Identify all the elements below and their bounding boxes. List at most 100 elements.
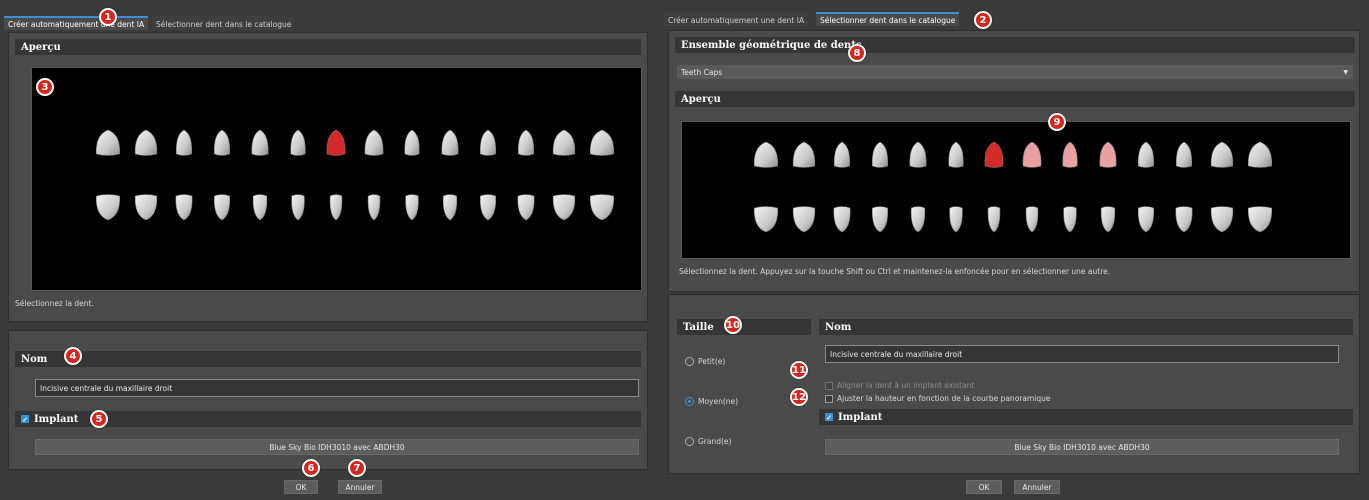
adjust-height-checkbox[interactable]: [825, 394, 833, 403]
size-large-label: Grand(e): [698, 437, 732, 446]
lower-tooth[interactable]: [1025, 206, 1039, 233]
left-implant-button[interactable]: Blue Sky Bio IDH3010 avec ABDH30: [35, 439, 639, 455]
lower-tooth[interactable]: [1247, 206, 1273, 233]
lower-tooth[interactable]: [871, 206, 889, 233]
right-teeth-svg[interactable]: [682, 122, 1352, 260]
left-preview-hint: Sélectionnez la dent.: [15, 299, 94, 308]
left-teeth-preview[interactable]: [31, 67, 642, 291]
align-implant-option[interactable]: Aligner la dent à un implant existant: [825, 381, 974, 390]
upper-tooth[interactable]: [984, 141, 1004, 168]
right-set-dropdown[interactable]: Teeth Caps ▼: [677, 65, 1353, 79]
lower-tooth[interactable]: [589, 194, 615, 221]
size-option-medium[interactable]: Moyen(ne): [685, 397, 738, 406]
lower-tooth[interactable]: [95, 194, 121, 221]
lower-tooth[interactable]: [213, 194, 231, 221]
lower-tooth[interactable]: [1137, 206, 1155, 233]
marker-8: 8: [848, 44, 866, 62]
right-set-header: Ensemble géométrique de dents: [675, 37, 1355, 53]
left-teeth-svg[interactable]: [32, 68, 643, 292]
tab-catalogue-left[interactable]: Sélectionner dent dans le catalogue: [152, 16, 296, 30]
left-preview-panel: Aperçu Sélectionnez la dent.: [8, 32, 648, 322]
upper-tooth[interactable]: [134, 129, 158, 156]
lower-tooth[interactable]: [134, 194, 158, 221]
upper-tooth[interactable]: [1175, 141, 1193, 168]
marker-11: 11: [790, 361, 808, 379]
right-ok-button[interactable]: OK: [966, 480, 1002, 494]
right-implant-button[interactable]: Blue Sky Bio IDH3010 avec ABDH30: [825, 439, 1339, 455]
upper-tooth[interactable]: [909, 141, 927, 168]
lower-tooth[interactable]: [1063, 206, 1077, 233]
right-teeth-preview[interactable]: [681, 121, 1351, 259]
tab-create-ai-right[interactable]: Créer automatiquement une dent IA: [664, 12, 809, 26]
left-cancel-button[interactable]: Annuler: [338, 480, 382, 494]
lower-tooth[interactable]: [367, 194, 381, 221]
right-cancel-button[interactable]: Annuler: [1014, 480, 1060, 494]
upper-tooth[interactable]: [792, 141, 816, 168]
lower-tooth[interactable]: [1210, 206, 1234, 233]
right-name-header: Nom: [819, 319, 1353, 335]
left-details-panel: Nom Incisive centrale du maxillaire droi…: [8, 330, 648, 470]
upper-tooth[interactable]: [1062, 141, 1078, 168]
lower-tooth[interactable]: [792, 206, 816, 233]
upper-tooth[interactable]: [404, 129, 420, 156]
size-small-radio[interactable]: [685, 357, 694, 366]
upper-tooth[interactable]: [552, 129, 576, 156]
upper-tooth[interactable]: [589, 129, 615, 156]
upper-tooth[interactable]: [479, 129, 497, 156]
lower-tooth[interactable]: [987, 206, 1001, 233]
left-preview-header: Aperçu: [15, 39, 641, 55]
lower-tooth[interactable]: [291, 194, 305, 221]
upper-tooth[interactable]: [213, 129, 231, 156]
size-option-small[interactable]: Petit(e): [685, 357, 725, 366]
left-implant-checkbox[interactable]: ✓: [21, 415, 29, 423]
left-ok-button[interactable]: OK: [284, 480, 318, 494]
lower-tooth[interactable]: [405, 194, 419, 221]
upper-tooth[interactable]: [1022, 141, 1042, 168]
left-name-field[interactable]: Incisive centrale du maxillaire droit: [35, 379, 639, 397]
right-name-field[interactable]: Incisive centrale du maxillaire droit: [825, 345, 1339, 363]
size-small-label: Petit(e): [698, 357, 726, 366]
marker-12: 12: [790, 388, 808, 406]
lower-tooth[interactable]: [1175, 206, 1193, 233]
lower-tooth[interactable]: [833, 206, 851, 233]
upper-tooth[interactable]: [290, 129, 306, 156]
upper-tooth[interactable]: [1137, 141, 1155, 168]
lower-tooth[interactable]: [753, 206, 779, 233]
upper-tooth[interactable]: [517, 129, 535, 156]
right-implant-checkbox[interactable]: ✓: [825, 413, 833, 421]
upper-tooth[interactable]: [175, 129, 193, 156]
upper-tooth[interactable]: [753, 141, 779, 168]
lower-tooth[interactable]: [910, 206, 926, 233]
adjust-height-label: Ajuster la hauteur en fonction de la cou…: [837, 394, 1051, 403]
upper-tooth[interactable]: [95, 129, 121, 156]
size-medium-radio[interactable]: [685, 397, 694, 406]
upper-tooth[interactable]: [326, 129, 346, 156]
upper-tooth[interactable]: [251, 129, 269, 156]
lower-tooth[interactable]: [479, 194, 497, 221]
upper-tooth[interactable]: [441, 129, 459, 156]
upper-tooth[interactable]: [871, 141, 889, 168]
lower-tooth[interactable]: [329, 194, 343, 221]
upper-tooth[interactable]: [364, 129, 384, 156]
lower-tooth[interactable]: [175, 194, 193, 221]
upper-tooth[interactable]: [1210, 141, 1234, 168]
adjust-height-option[interactable]: Ajuster la hauteur en fonction de la cou…: [825, 394, 1050, 403]
size-large-radio[interactable]: [685, 437, 694, 446]
tab-create-ai-left[interactable]: Créer automatiquement une dent IA: [4, 16, 149, 30]
upper-tooth[interactable]: [948, 141, 964, 168]
lower-tooth[interactable]: [442, 194, 458, 221]
align-implant-label: Aligner la dent à un implant existant: [837, 381, 975, 390]
right-bottom-panel: Taille Petit(e) Moyen(ne) Grand(e) Nom I…: [668, 294, 1360, 474]
lower-tooth[interactable]: [252, 194, 268, 221]
tab-catalogue-right[interactable]: Sélectionner dent dans le catalogue: [816, 12, 960, 26]
lower-tooth[interactable]: [1100, 206, 1116, 233]
upper-tooth[interactable]: [1247, 141, 1273, 168]
align-implant-checkbox[interactable]: [825, 381, 833, 390]
marker-10: 10: [724, 316, 742, 334]
size-option-large[interactable]: Grand(e): [685, 437, 731, 446]
upper-tooth[interactable]: [1099, 141, 1117, 168]
upper-tooth[interactable]: [833, 141, 851, 168]
lower-tooth[interactable]: [949, 206, 963, 233]
lower-tooth[interactable]: [517, 194, 535, 221]
lower-tooth[interactable]: [552, 194, 576, 221]
